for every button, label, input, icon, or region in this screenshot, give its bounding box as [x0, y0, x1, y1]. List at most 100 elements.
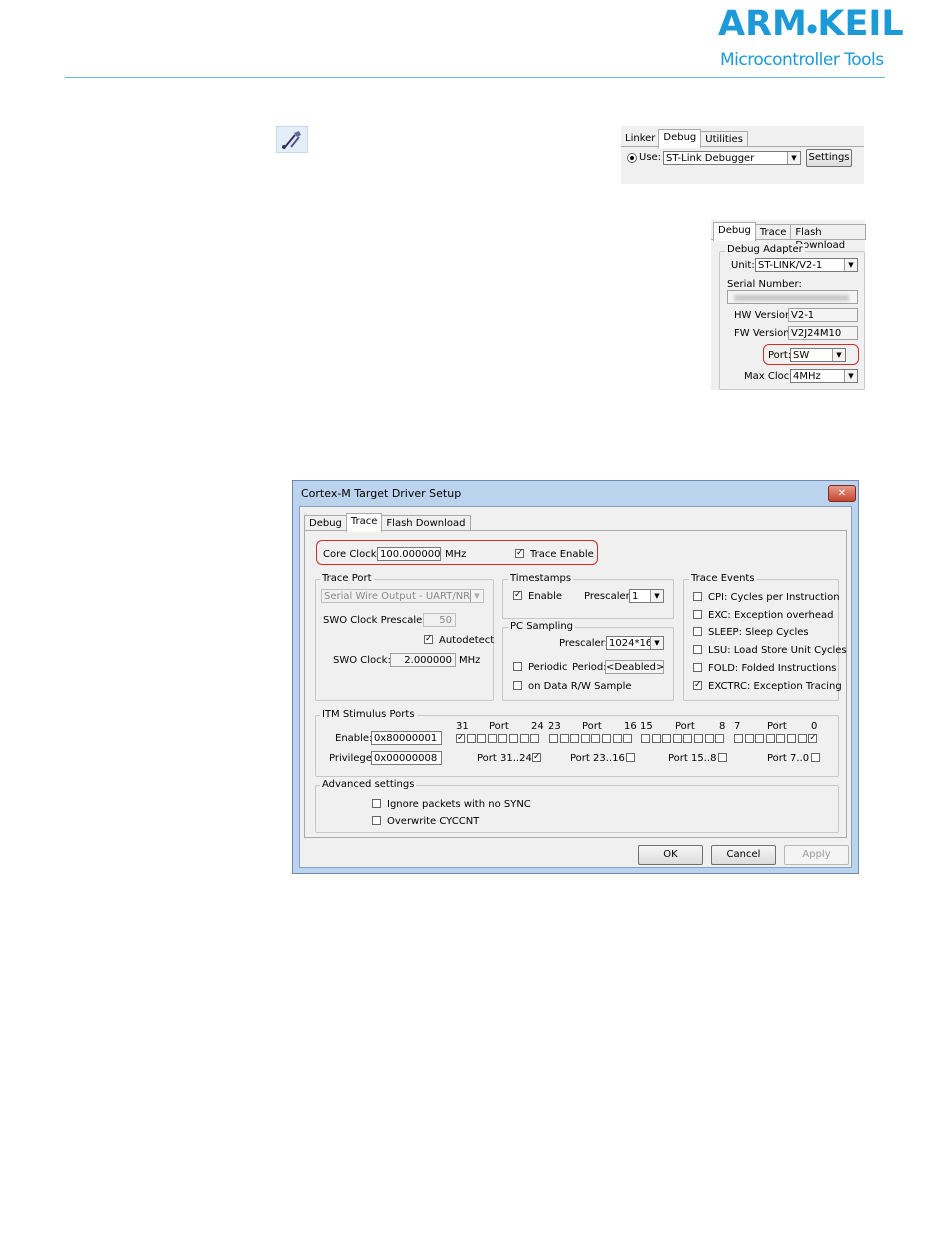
- priv-port-7-0-label: Port 7..0: [767, 753, 810, 764]
- swo-prescaler-input: 50: [423, 613, 456, 627]
- swo-clock-field: 2.000000: [390, 653, 456, 667]
- unit-select[interactable]: ST-LINK/V2-1 ▼: [755, 258, 858, 272]
- itm-enable-input[interactable]: 0x80000001: [371, 731, 442, 745]
- priv-port-15-8-checkbox[interactable]: [718, 753, 727, 762]
- tab-debug[interactable]: Debug: [713, 222, 756, 241]
- itm-hdr-port-b: Port: [582, 721, 602, 732]
- timestamps-prescaler-select[interactable]: 1 ▼: [629, 589, 664, 603]
- itm-enable-bit-18-checkbox[interactable]: [602, 734, 611, 743]
- pc-prescaler-select[interactable]: 1024*16 ▼: [606, 636, 664, 650]
- itm-enable-bit-30-checkbox[interactable]: [466, 734, 476, 743]
- data-rw-sample-checkbox[interactable]: [513, 681, 522, 690]
- max-clock-select[interactable]: 4MHz ▼: [790, 369, 858, 383]
- tab-flash-download[interactable]: Flash Download: [381, 515, 471, 531]
- settings-button[interactable]: Settings: [806, 149, 852, 167]
- itm-enable-bit-25-checkbox[interactable]: [519, 734, 529, 743]
- itm-enable-bit-3-checkbox[interactable]: [776, 734, 786, 743]
- itm-enable-bit-10-checkbox[interactable]: [694, 734, 703, 743]
- swo-clock-label: SWO Clock:: [333, 655, 391, 666]
- priv-port-15-8-label: Port 15..8: [668, 753, 717, 764]
- debugger-select[interactable]: ST-Link Debugger ▼: [663, 151, 801, 165]
- ignore-sync-checkbox[interactable]: [372, 799, 381, 808]
- core-clock-highlight: [316, 540, 598, 565]
- close-icon[interactable]: ✕: [828, 485, 856, 502]
- arm-keil-logo: ARM●KEIL: [718, 4, 904, 44]
- itm-enable-bit-15-checkbox[interactable]: [641, 734, 650, 743]
- timestamps-prescaler-label: Prescaler:: [584, 591, 633, 602]
- exctrc-checkbox[interactable]: ✓: [693, 681, 702, 690]
- itm-enable-bit-23-checkbox[interactable]: [549, 734, 558, 743]
- itm-enable-bit-17-checkbox[interactable]: [612, 734, 622, 743]
- itm-hdr-31: 31: [456, 721, 469, 732]
- autodetect-checkbox[interactable]: ✓: [424, 635, 433, 644]
- tab-debug[interactable]: Debug: [304, 515, 347, 531]
- cancel-button[interactable]: Cancel: [711, 845, 776, 865]
- priv-port-31-24-checkbox[interactable]: ✓: [532, 753, 541, 762]
- logo-tagline: Microcontroller Tools: [720, 50, 884, 70]
- priv-port-7-0-checkbox[interactable]: [811, 753, 820, 762]
- trace-port-title: Trace Port: [320, 573, 374, 584]
- itm-title: ITM Stimulus Ports: [320, 709, 417, 720]
- ok-button[interactable]: OK: [638, 845, 703, 865]
- pc-prescaler-label: Prescaler:: [559, 638, 608, 649]
- overwrite-cyccnt-checkbox[interactable]: [372, 816, 381, 825]
- itm-enable-bit-27-checkbox[interactable]: [498, 734, 508, 743]
- tab-utilities[interactable]: Utilities: [700, 131, 748, 147]
- itm-enable-label: Enable:: [335, 733, 373, 744]
- itm-enable-bit-22-checkbox[interactable]: [559, 734, 569, 743]
- tab-trace[interactable]: Trace: [345, 513, 383, 532]
- sleep-checkbox[interactable]: [693, 627, 702, 636]
- itm-enable-bit-2-checkbox[interactable]: [787, 734, 796, 743]
- itm-enable-bit-12-checkbox[interactable]: [672, 734, 682, 743]
- itm-hdr-0: 0: [811, 721, 818, 732]
- fold-label: FOLD: Folded Instructions: [708, 663, 837, 674]
- itm-enable-bit-11-checkbox[interactable]: [683, 734, 693, 743]
- fw-version-field: V2J24M10: [788, 326, 858, 340]
- options-for-target-icon[interactable]: [276, 126, 308, 153]
- itm-enable-bit-26-checkbox[interactable]: [509, 734, 518, 743]
- itm-enable-bit-0-checkbox[interactable]: ✓: [808, 734, 818, 743]
- itm-hdr-port-c: Port: [675, 721, 695, 732]
- sleep-label: SLEEP: Sleep Cycles: [708, 627, 809, 638]
- itm-enable-bit-28-checkbox[interactable]: [487, 734, 497, 743]
- fold-checkbox[interactable]: [693, 663, 702, 672]
- header-divider: [65, 77, 885, 78]
- cpi-checkbox[interactable]: [693, 592, 702, 601]
- itm-enable-bit-13-checkbox[interactable]: [662, 734, 672, 743]
- debug-adapter-snippet: Debug Trace Flash Download Debug Adapter…: [711, 220, 866, 390]
- periodic-checkbox[interactable]: [513, 662, 522, 671]
- unit-label: Unit:: [731, 260, 755, 271]
- itm-enable-bit-24-checkbox[interactable]: [530, 734, 540, 743]
- itm-hdr-16: 16: [624, 721, 637, 732]
- itm-enable-bit-9-checkbox[interactable]: [704, 734, 714, 743]
- itm-enable-bit-29-checkbox[interactable]: [477, 734, 487, 743]
- swo-prescaler-label: SWO Clock Prescaler:: [323, 615, 430, 626]
- priv-port-23-16-checkbox[interactable]: [626, 753, 635, 762]
- use-radio[interactable]: [627, 153, 637, 163]
- tab-linker[interactable]: Linker: [621, 131, 659, 146]
- itm-enable-bit-4-checkbox[interactable]: [765, 734, 775, 743]
- itm-enable-bit-7-checkbox[interactable]: [734, 734, 743, 743]
- fw-version-label: FW Version:: [734, 328, 793, 339]
- tab-flash-download[interactable]: Flash Download: [790, 224, 866, 251]
- itm-enable-bit-20-checkbox[interactable]: [580, 734, 590, 743]
- itm-enable-bit-6-checkbox[interactable]: [744, 734, 754, 743]
- tab-trace[interactable]: Trace: [754, 224, 792, 240]
- exc-checkbox[interactable]: [693, 610, 702, 619]
- lsu-checkbox[interactable]: [693, 645, 702, 654]
- timestamps-enable-checkbox[interactable]: ✓: [513, 591, 522, 600]
- itm-enable-bit-19-checkbox[interactable]: [591, 734, 601, 743]
- itm-enable-bit-1-checkbox[interactable]: [797, 734, 807, 743]
- itm-enable-bit-16-checkbox[interactable]: [623, 734, 633, 743]
- itm-privilege-input[interactable]: 0x00000008: [371, 751, 442, 765]
- itm-enable-bit-14-checkbox[interactable]: [651, 734, 661, 743]
- itm-enable-bit-8-checkbox[interactable]: [715, 734, 725, 743]
- itm-enable-bit-5-checkbox[interactable]: [755, 734, 765, 743]
- serial-number-label: Serial Number:: [727, 279, 802, 290]
- periodic-label: Periodic: [528, 662, 568, 673]
- period-label: Period:: [572, 662, 607, 673]
- itm-enable-bit-21-checkbox[interactable]: [570, 734, 580, 743]
- itm-enable-bit-31-checkbox[interactable]: ✓: [456, 734, 465, 743]
- trace-events-title: Trace Events: [689, 573, 757, 584]
- tab-debug[interactable]: Debug: [658, 129, 702, 148]
